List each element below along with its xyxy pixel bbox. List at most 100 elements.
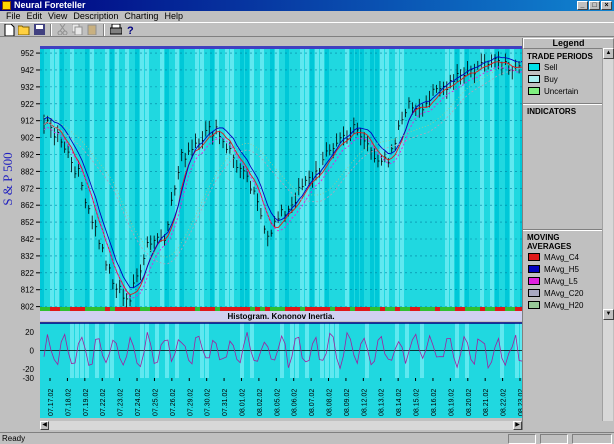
x-tick-label: 08.20.02: [466, 389, 473, 416]
menu-description[interactable]: Description: [70, 11, 121, 22]
moving-average-label: MAvg_L5: [544, 276, 578, 286]
minimize-button[interactable]: _: [577, 1, 588, 10]
x-tick-label: 08.02.02: [257, 389, 264, 416]
copy-button[interactable]: [71, 23, 84, 36]
histogram-title: Histogram. Kononov Inertia.: [227, 312, 334, 321]
y-tick-label: 862: [21, 201, 35, 210]
moving-average-swatch: [528, 253, 540, 261]
y-tick-label: 892: [21, 150, 35, 159]
menu-bar: File Edit View Description Charting Help: [0, 11, 614, 22]
x-tick-label: 07.24.02: [135, 389, 142, 416]
y-tick-label: 852: [21, 218, 35, 227]
x-tick-label: 07.18.02: [65, 389, 72, 416]
window-title: Neural Foreteller: [14, 0, 86, 10]
moving-average-label: MAvg_C20: [544, 288, 584, 298]
y-tick-label: 932: [21, 83, 35, 92]
x-tick-label: 07.19.02: [83, 389, 90, 416]
x-tick-label: 08.13.02: [379, 389, 386, 416]
save-disk-icon: [34, 24, 45, 35]
close-button[interactable]: ×: [601, 1, 612, 10]
moving-average-swatch: [528, 289, 540, 297]
x-tick-label: 08.08.02: [327, 389, 334, 416]
x-tick-label: 07.30.02: [205, 389, 212, 416]
x-tick-label: 08.19.02: [448, 389, 455, 416]
y-tick-label: 882: [21, 167, 35, 176]
menu-view[interactable]: View: [45, 11, 70, 22]
moving-average-swatch: [528, 265, 540, 273]
x-tick-label: 08.14.02: [396, 389, 403, 416]
save-button[interactable]: [33, 23, 46, 36]
histogram-tick-label: -30: [22, 374, 34, 383]
menu-edit[interactable]: Edit: [24, 11, 46, 22]
print-button[interactable]: [109, 23, 122, 36]
moving-averages-title: MOVING AVERAGES: [527, 233, 572, 251]
trade-period-label: Buy: [544, 74, 558, 84]
x-tick-label: 08.06.02: [292, 389, 299, 416]
menu-charting[interactable]: Charting: [121, 11, 161, 22]
moving-average-label: MAvg_H20: [544, 300, 584, 310]
new-file-button[interactable]: [3, 23, 16, 36]
y-tick-label: 942: [21, 66, 35, 75]
chart-canvas[interactable]: 952 942 932 922 912 902 892 882 872 862 852 842 832 8…: [0, 38, 525, 430]
legend-title: Legend: [523, 38, 614, 49]
trade-period-item: Uncertain: [525, 85, 605, 97]
trade-period-label: Uncertain: [544, 86, 579, 96]
trade-period-swatch: [528, 63, 540, 71]
moving-averages-section: MOVING AVERAGES MAvg_C4 MAvg_H5 MAvg_L5 MAv…: [525, 233, 605, 311]
paste-button[interactable]: [86, 23, 99, 36]
histogram-tick-label: 0: [30, 347, 35, 356]
cut-button[interactable]: [56, 23, 69, 36]
x-tick-label: 07.25.02: [152, 389, 159, 416]
x-tick-label: 08.05.02: [274, 389, 281, 416]
x-tick-label: 08.16.02: [431, 389, 438, 416]
horizontal-scrollbar[interactable]: ◀ ▶: [40, 421, 522, 430]
y-tick-label: 802: [21, 303, 35, 312]
help-button[interactable]: ?: [124, 23, 137, 36]
x-tick-label: 08.22.02: [501, 389, 508, 416]
maximize-button[interactable]: □: [589, 1, 600, 10]
x-tick-label: 08.01.02: [239, 389, 246, 416]
new-file-icon: [4, 23, 15, 36]
menu-help[interactable]: Help: [161, 11, 186, 22]
x-tick-label: 07.23.02: [118, 389, 125, 416]
y-tick-label: 832: [21, 252, 35, 261]
moving-average-swatch: [528, 301, 540, 309]
histogram-tick-label: -20: [22, 365, 34, 374]
x-tick-label: 08.12.02: [361, 389, 368, 416]
moving-average-label: MAvg_C4: [544, 252, 579, 262]
x-tick-label: 07.29.02: [187, 389, 194, 416]
svg-text:?: ?: [127, 25, 134, 36]
trade-period-swatch: [528, 75, 540, 83]
histogram-tick-label: 20: [25, 328, 34, 337]
y-tick-label: 952: [21, 49, 35, 58]
vertical-scrollbar[interactable]: ▲ ▼: [602, 48, 614, 421]
trade-period-item: Sell: [525, 61, 605, 73]
x-tick-label: 07.17.02: [48, 389, 55, 416]
indicators-section: INDICATORS: [525, 107, 605, 116]
status-text: Ready: [2, 434, 26, 443]
moving-average-swatch: [528, 277, 540, 285]
copy-icon: [72, 24, 83, 35]
trade-periods-section: TRADE PERIODS Sell Buy Uncertain: [525, 52, 605, 97]
scroll-up-button[interactable]: ▲: [603, 48, 614, 59]
open-button[interactable]: [18, 23, 31, 36]
y-axis-label: S & P 500: [0, 152, 15, 205]
scroll-down-button[interactable]: ▼: [603, 309, 614, 320]
moving-average-item: MAvg_H20: [525, 299, 605, 311]
y-tick-label: 842: [21, 235, 35, 244]
x-tick-label: 08.21.02: [483, 389, 490, 416]
toolbar: ?: [0, 22, 614, 37]
moving-average-label: MAvg_H5: [544, 264, 579, 274]
y-tick-label: 812: [21, 286, 35, 295]
printer-icon: [109, 24, 122, 35]
trade-period-item: Buy: [525, 73, 605, 85]
moving-average-item: MAvg_H5: [525, 263, 605, 275]
indicators-title: INDICATORS: [527, 107, 577, 116]
paste-icon: [87, 24, 97, 35]
legend-panel: Legend TRADE PERIODS Sell Buy Uncertain IN…: [522, 38, 614, 430]
scroll-left-button[interactable]: ◀: [40, 421, 49, 430]
x-tick-label: 07.26.02: [170, 389, 177, 416]
scroll-right-button[interactable]: ▶: [513, 421, 522, 430]
y-tick-label: 902: [21, 134, 35, 143]
menu-file[interactable]: File: [3, 11, 24, 22]
